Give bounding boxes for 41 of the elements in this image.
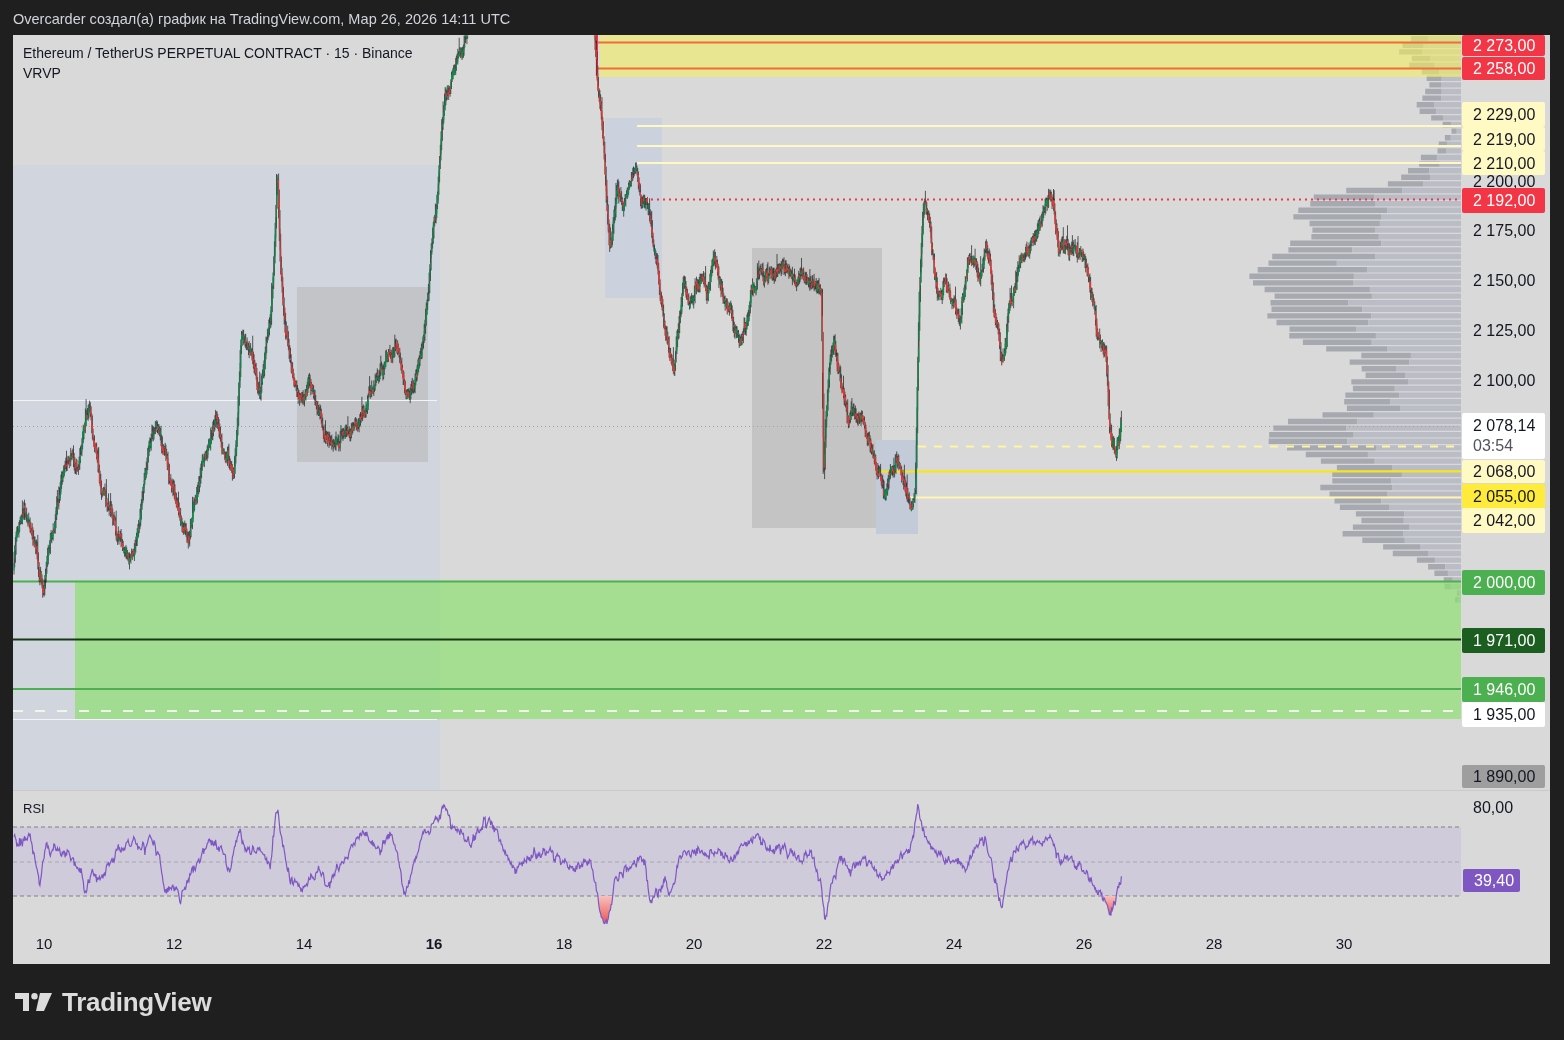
chart-attribution-text: Overcarder создал(а) график на TradingView.com, Мар 26, 2026 14:11 UTC bbox=[13, 10, 511, 27]
price-tag: 1 935,00 bbox=[1462, 702, 1545, 727]
price-tag: 2 055,00 bbox=[1462, 484, 1545, 508]
date-label: 22 bbox=[815, 934, 833, 954]
price-scale-label: 2 200,00 bbox=[1473, 173, 1536, 191]
date-label: 14 bbox=[295, 934, 313, 954]
date-label: 30 bbox=[1335, 934, 1353, 954]
date-label: 18 bbox=[555, 934, 573, 954]
symbol-title: Ethereum / TetherUS PERPETUAL CONTRACT · 15 · Binance bbox=[23, 44, 413, 63]
date-label: 10 bbox=[35, 934, 53, 954]
price-tag: 2 229,00 bbox=[1462, 102, 1545, 127]
price-label: 2 078,14 bbox=[1473, 416, 1536, 436]
price-tag: 2 258,00 bbox=[1462, 57, 1545, 80]
date-label: 28 bbox=[1205, 934, 1223, 954]
price-tag: 2 210,00 bbox=[1462, 151, 1545, 175]
indicator-name: VRVP bbox=[23, 64, 61, 83]
price-tag: 2 042,00 bbox=[1462, 508, 1545, 533]
date-label: 26 bbox=[1075, 934, 1093, 954]
logo-text: TradingView bbox=[62, 986, 212, 1018]
date-label: 12 bbox=[165, 934, 183, 954]
price-scale-label: 2 100,00 bbox=[1473, 372, 1536, 390]
date-label: 24 bbox=[945, 934, 963, 954]
price-tag: 2 068,00 bbox=[1462, 460, 1545, 483]
price-scale-label: 2 125,00 bbox=[1473, 322, 1536, 340]
rsi-oversold-fill bbox=[598, 896, 613, 924]
logo-icon bbox=[15, 993, 52, 1011]
price-tag: 2 000,00 bbox=[1462, 570, 1545, 595]
price-tag: 1 971,00 bbox=[1462, 628, 1545, 653]
price-tag: 2 192,00 bbox=[1462, 188, 1545, 213]
date-label: 16 bbox=[425, 934, 443, 954]
price-tag: 1 946,00 bbox=[1462, 677, 1545, 702]
price-scale-label: 2 150,00 bbox=[1473, 272, 1536, 290]
rsi-scale-label: 80,00 bbox=[1473, 799, 1514, 817]
date-label: 20 bbox=[685, 934, 703, 954]
price-tag: 2 273,00 bbox=[1462, 35, 1545, 56]
price-tag: 1 890,00 bbox=[1462, 765, 1545, 788]
price-scale-label: 2 175,00 bbox=[1473, 222, 1536, 240]
price-tag: 2 219,00 bbox=[1462, 127, 1545, 151]
countdown-timer: 03:54 bbox=[1473, 436, 1514, 456]
rsi-value-tag: 39,40 bbox=[1463, 869, 1521, 892]
rsi-title: RSI bbox=[23, 801, 45, 817]
